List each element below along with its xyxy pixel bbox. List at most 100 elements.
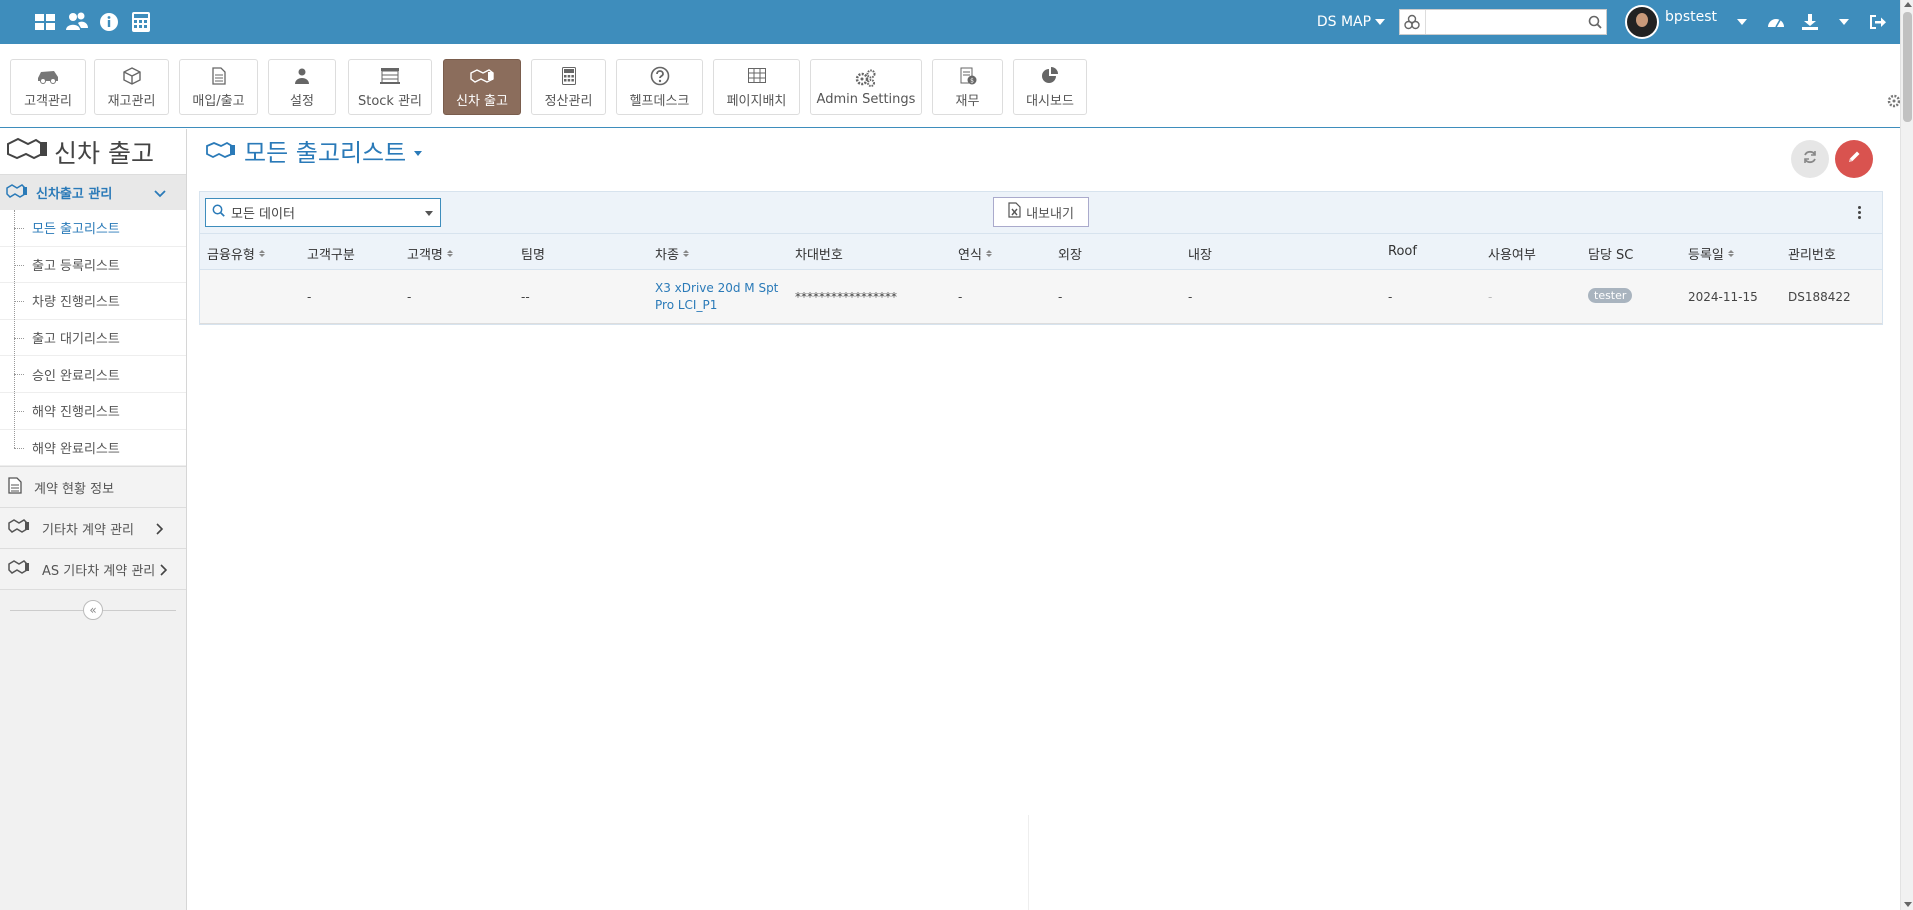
column-header: 내장 <box>1188 244 1212 263</box>
module-inventory[interactable]: 재고관리 <box>94 59 169 115</box>
module-page-layout[interactable]: 페이지배치 <box>713 59 800 115</box>
search-input[interactable] <box>1425 11 1584 33</box>
document-icon <box>8 477 22 498</box>
handshake-icon <box>8 560 30 578</box>
calculator-icon[interactable] <box>128 10 154 34</box>
table-row[interactable]: - - -- X3 xDrive 20d M Spt Pro LCI_P1 **… <box>200 270 1882 324</box>
module-label: Admin Settings <box>816 91 916 107</box>
download-icon[interactable] <box>1795 10 1825 34</box>
sidebar-item-all-deliveries[interactable]: 모든 출고리스트 <box>0 210 186 247</box>
module-label: 재고관리 <box>107 93 156 109</box>
top-left-icons <box>32 10 154 34</box>
column-header-label: 고객명 <box>407 248 443 263</box>
module-settlement[interactable]: 정산관리 <box>531 59 606 115</box>
module-stock[interactable]: Stock 관리 <box>348 59 432 115</box>
sidebar-group-label: 계약 현황 정보 <box>34 481 115 497</box>
column-header[interactable]: 금융유형 <box>207 244 265 263</box>
column-header-label: Roof <box>1388 244 1417 259</box>
logout-icon[interactable] <box>1863 10 1893 34</box>
module-dashboard[interactable]: 대시보드 <box>1013 59 1087 115</box>
collapse-sidebar-button[interactable]: « <box>83 599 103 620</box>
handshake-icon <box>206 137 236 165</box>
avatar[interactable] <box>1625 5 1660 39</box>
double-chevron-left-icon: « <box>89 602 97 617</box>
table-header: 금융유형 고객구분 고객명 팀명 차종 차대번호 연식 외장 내장 Roof 사… <box>200 234 1882 270</box>
sidebar-item-in-progress[interactable]: 차량 진행리스트 <box>0 283 186 320</box>
module-finance[interactable]: $ 재무 <box>932 59 1003 115</box>
scroll-thumb[interactable] <box>1903 12 1912 122</box>
column-header-label: 팀명 <box>521 248 545 263</box>
sidebar-item-label: 출고 대기리스트 <box>32 332 120 348</box>
column-header-label: 등록일 <box>1688 248 1724 263</box>
sidebar-group-contract-status[interactable]: 계약 현황 정보 <box>0 466 186 508</box>
sidebar-item-label: 차량 진행리스트 <box>32 295 120 311</box>
module-helpdesk[interactable]: 헬프데스크 <box>616 59 703 115</box>
sidebar-item-waiting[interactable]: 출고 대기리스트 <box>0 319 186 357</box>
dashboard-icon[interactable] <box>32 10 58 34</box>
handshake-icon <box>6 136 48 168</box>
module-label: 페이지배치 <box>726 93 787 109</box>
column-header[interactable]: 등록일 <box>1688 244 1734 263</box>
column-header-label: 내장 <box>1188 248 1212 263</box>
user-menu-caret[interactable] <box>1727 10 1757 34</box>
sidebar-item-label: 출고 등록리스트 <box>32 258 120 274</box>
sidebar-section-new-car[interactable]: 신차출고 관리 <box>0 174 186 210</box>
edit-button[interactable] <box>1835 140 1873 178</box>
scroll-up-icon[interactable] <box>1904 2 1912 7</box>
cube-icon <box>122 66 141 86</box>
module-toolbar: 고객관리 재고관리 매입/출고 설정 Stock 관리 신차 출고 정산관리 헬… <box>0 44 1913 128</box>
handshake-icon <box>6 183 28 202</box>
module-label: 매입/출고 <box>192 93 245 109</box>
sidebar-group-other-car-contract[interactable]: 기타차 계약 관리 <box>0 507 186 549</box>
sidebar-item-cancel-complete[interactable]: 해약 완료리스트 <box>0 429 186 467</box>
biohazard-icon[interactable] <box>1400 10 1426 34</box>
column-header-label: 외장 <box>1058 248 1082 263</box>
users-icon[interactable] <box>64 10 90 34</box>
sort-icon <box>1727 250 1734 257</box>
module-label: 정산관리 <box>544 93 593 109</box>
column-header[interactable]: 차종 <box>655 244 689 263</box>
module-label: Stock 관리 <box>357 93 423 109</box>
column-header[interactable]: 연식 <box>958 244 992 263</box>
tachometer-icon[interactable] <box>1761 10 1791 34</box>
cell-vin: ***************** <box>795 290 897 304</box>
sort-icon <box>446 250 453 257</box>
cell-interior: - <box>1188 290 1193 304</box>
data-filter-select[interactable]: 모든 데이터 <box>205 198 441 227</box>
sort-icon <box>258 250 265 257</box>
pie-chart-icon <box>1041 66 1059 86</box>
module-new-car-delivery[interactable]: 신차 출고 <box>443 59 521 115</box>
more-options-icon[interactable] <box>1858 206 1862 219</box>
sidebar-group-as-other-car-contract[interactable]: AS 기타차 계약 관리 <box>0 548 186 590</box>
sidebar-item-registered[interactable]: 출고 등록리스트 <box>0 246 186 284</box>
column-header[interactable]: 고객명 <box>407 244 453 263</box>
sidebar-item-cancel-progress[interactable]: 해약 진행리스트 <box>0 392 186 430</box>
sidebar-item-approved[interactable]: 승인 완료리스트 <box>0 356 186 393</box>
module-purchase-out[interactable]: 매입/출고 <box>179 59 258 115</box>
user-icon <box>295 66 309 86</box>
column-header: 팀명 <box>521 244 545 263</box>
cell-team: -- <box>521 290 530 304</box>
settings-gear-icon[interactable] <box>1887 94 1901 108</box>
scroll-down-icon[interactable] <box>1904 902 1912 907</box>
document-icon <box>211 66 226 86</box>
refresh-button[interactable] <box>1791 140 1829 178</box>
page-title[interactable]: 모든 출고리스트 <box>206 133 423 168</box>
cell-model-link[interactable]: X3 xDrive 20d M Spt Pro LCI_P1 <box>655 280 790 314</box>
download-menu-caret[interactable] <box>1829 10 1859 34</box>
search-icon[interactable] <box>1584 15 1606 29</box>
money-icon: $ <box>959 66 977 86</box>
module-customer[interactable]: 고객관리 <box>10 59 86 115</box>
username[interactable]: bpstest <box>1665 9 1717 25</box>
export-button[interactable]: 내보내기 <box>993 197 1089 227</box>
chevron-down-icon <box>414 151 423 156</box>
refresh-icon <box>1803 150 1817 168</box>
module-settings[interactable]: 설정 <box>268 59 336 115</box>
column-header: 사용여부 <box>1488 244 1536 263</box>
column-header-label: 사용여부 <box>1488 248 1536 263</box>
ds-map-dropdown[interactable]: DS MAP <box>1317 14 1386 30</box>
page-scrollbar[interactable] <box>1900 0 1913 910</box>
sort-icon <box>682 250 689 257</box>
info-icon[interactable] <box>96 10 122 34</box>
module-admin-settings[interactable]: Admin Settings <box>810 59 922 115</box>
